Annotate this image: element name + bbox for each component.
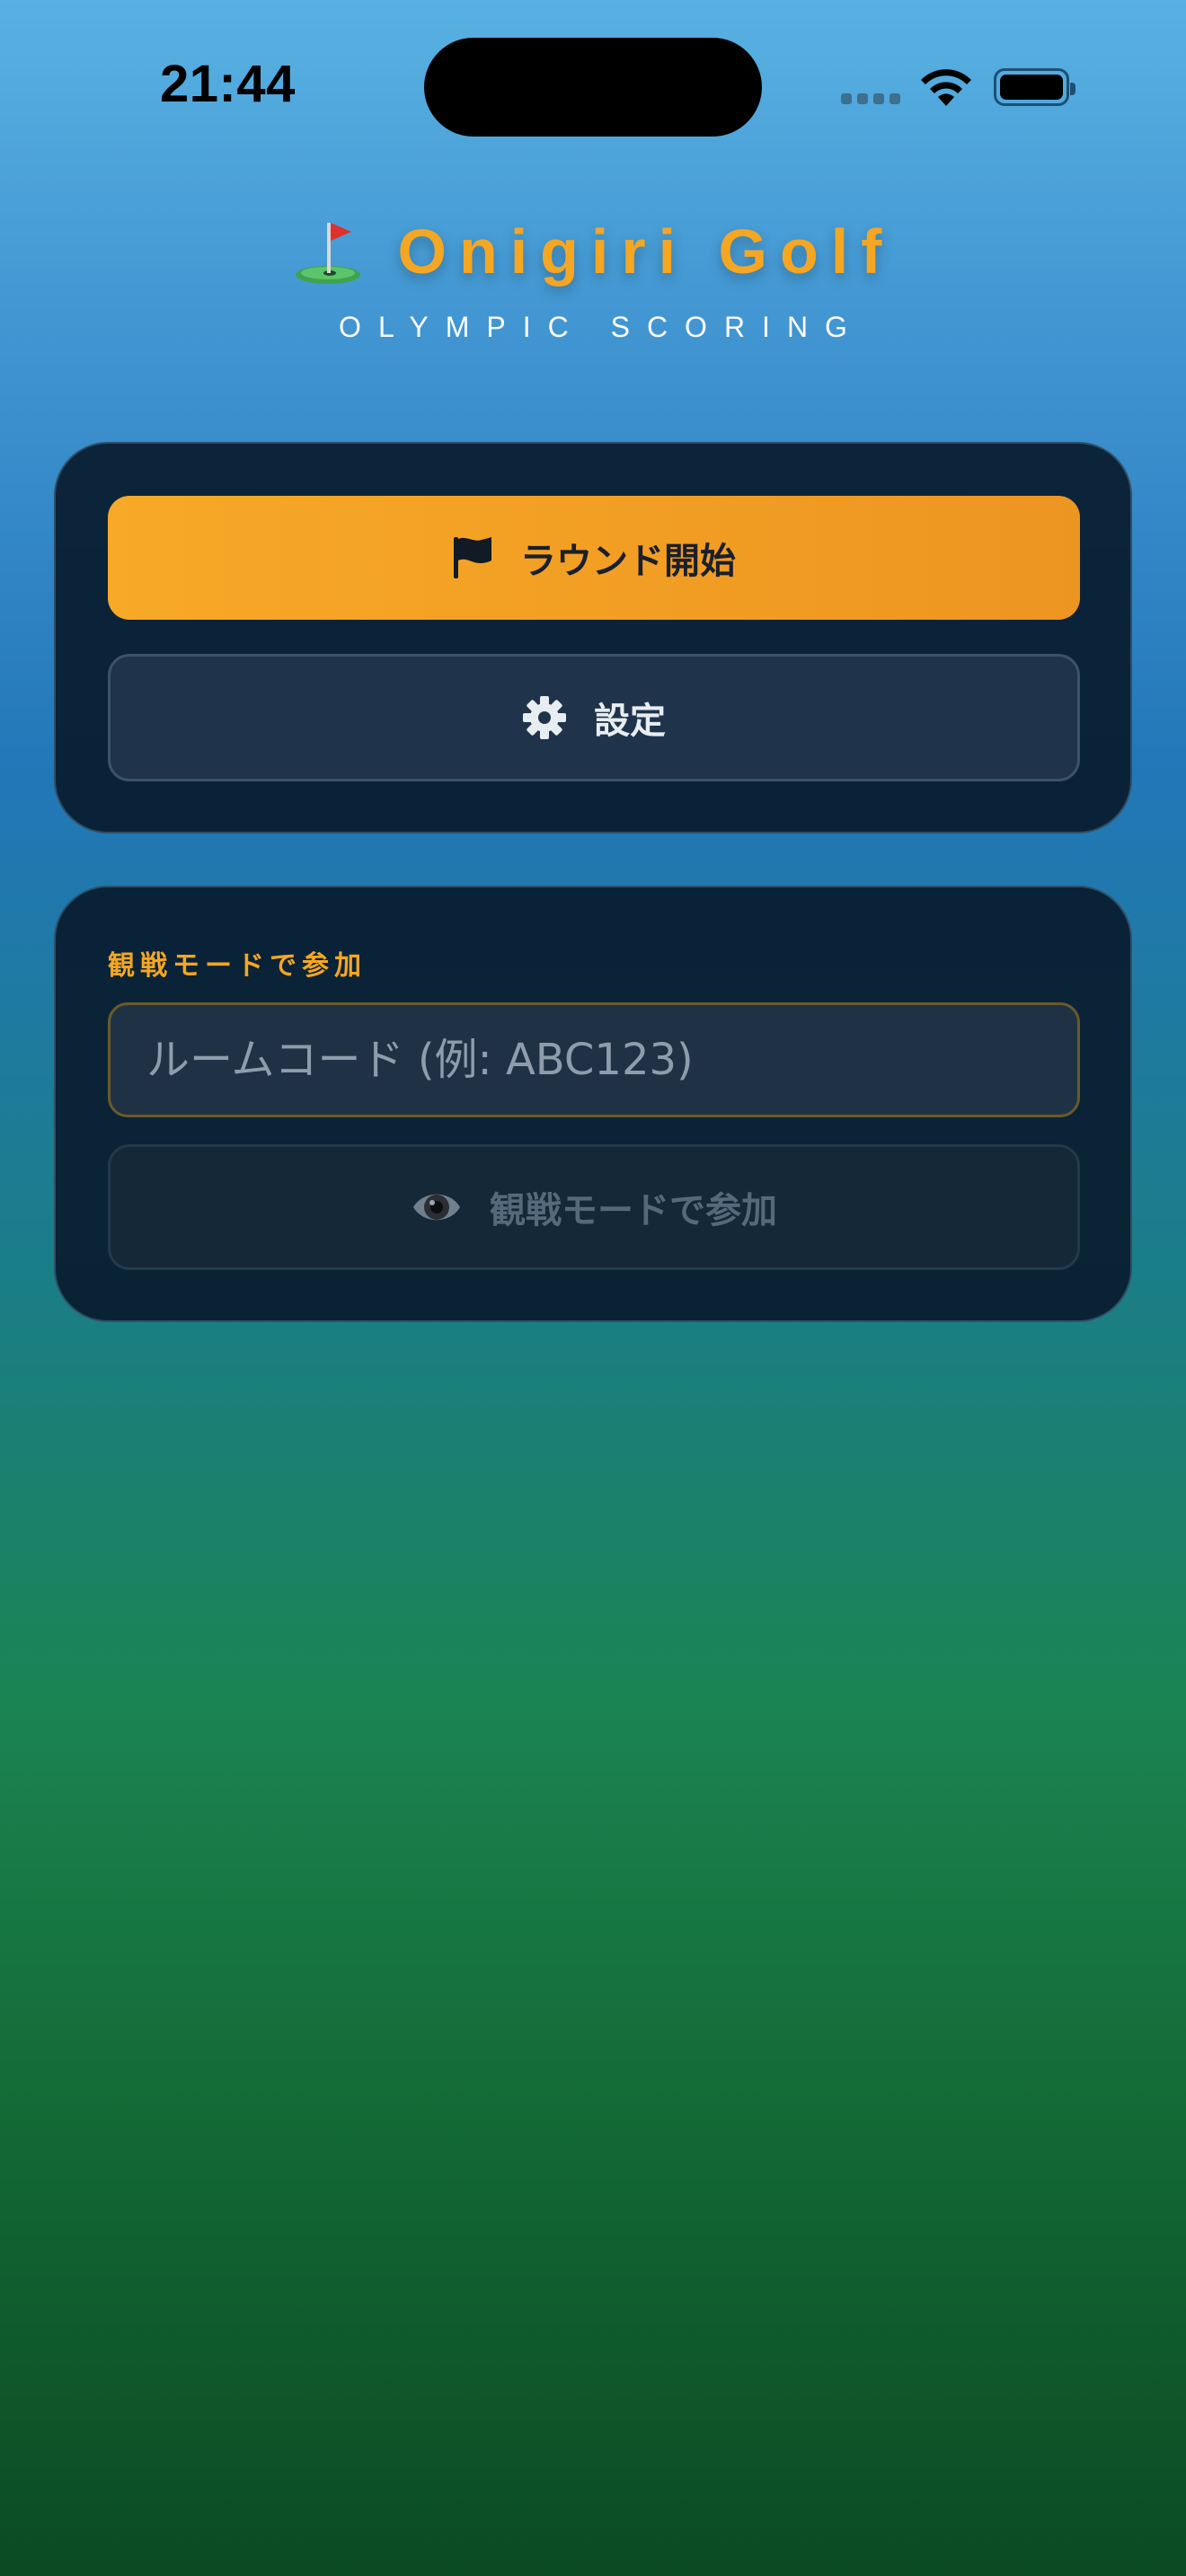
app-subtitle: OLYMPIC SCORING	[339, 311, 864, 343]
spectate-card: 観戦モードで参加 観戦モードで参加	[54, 886, 1132, 1322]
settings-button[interactable]: 設定	[108, 654, 1080, 781]
signal-icon	[841, 93, 900, 104]
actions-card: ラウンド開始 設定	[54, 442, 1132, 834]
golf-flag-icon	[295, 223, 360, 284]
start-round-label: ラウンド開始	[520, 541, 736, 582]
app-title-row: Onigiri Golf	[292, 216, 895, 287]
app-header: Onigiri Golf OLYMPIC SCORING	[0, 216, 1186, 344]
dynamic-island	[424, 38, 762, 137]
status-time: 21:44	[160, 55, 296, 113]
battery-icon	[994, 68, 1075, 106]
settings-label: 設定	[594, 701, 666, 742]
gear-icon	[523, 696, 566, 739]
join-spectate-label: 観戦モードで参加	[490, 1190, 777, 1231]
join-spectate-button[interactable]: 観戦モードで参加	[108, 1144, 1080, 1270]
start-round-button[interactable]: ラウンド開始	[108, 496, 1080, 620]
wifi-icon	[921, 69, 971, 106]
room-code-input[interactable]	[108, 1002, 1080, 1117]
eye-icon	[413, 1194, 460, 1221]
flag-icon	[454, 537, 491, 578]
spectate-section-label: 観戦モードで参加	[108, 950, 367, 982]
app-title: Onigiri Golf	[397, 216, 895, 287]
